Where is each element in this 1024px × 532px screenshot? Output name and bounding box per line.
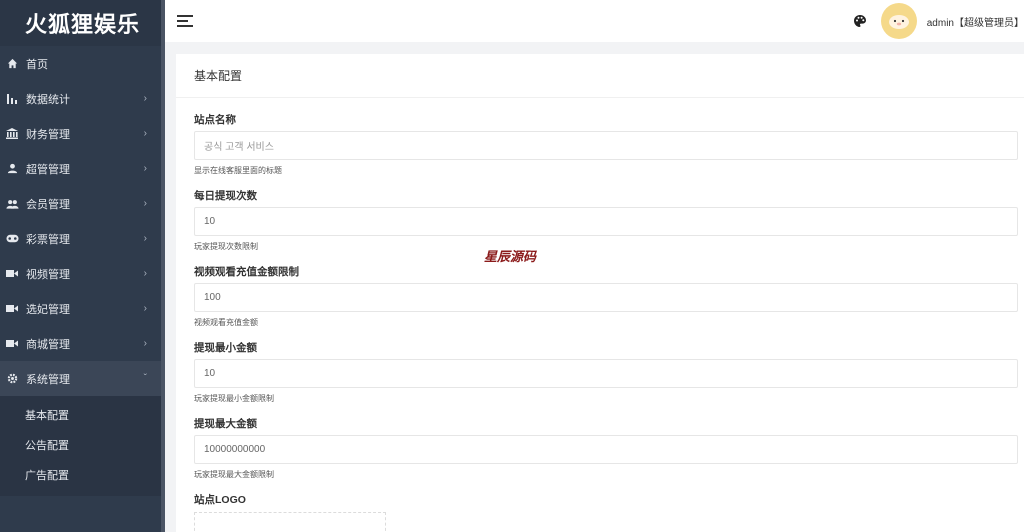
chevron-right-icon: › (143, 198, 147, 209)
chevron-down-icon: ˇ (143, 373, 147, 384)
palette-icon[interactable] (853, 14, 867, 28)
field-help: 视频观看充值金额 (194, 318, 258, 327)
field-help: 玩家提现最大金额限制 (194, 470, 274, 479)
field-video-recharge-limit: 视频观看充值金额限制 100 视频观看充值金额 (194, 262, 1018, 331)
sidebar-item-statistics[interactable]: 数据统计 › (0, 81, 165, 116)
top-header: admin【超级管理员】 (165, 0, 1024, 42)
submenu-item-basic-config[interactable]: 基本配置 (0, 400, 165, 430)
sidebar-item-finance[interactable]: 财务管理 › (0, 116, 165, 151)
field-max-withdraw: 提现最大金额 10000000000 玩家提现最大金额限制 (194, 414, 1018, 483)
video-recharge-limit-input[interactable]: 100 (194, 283, 1018, 312)
user-icon (4, 161, 20, 177)
sidebar-item-mall[interactable]: 商城管理 › (0, 326, 165, 361)
site-name-input[interactable]: 공식 고객 서비스 (194, 131, 1018, 160)
field-site-name: 站点名称 공식 고객 서비스 显示在线客服里面的标题 (194, 110, 1018, 179)
logo-upload-area[interactable] (194, 512, 386, 532)
submenu-item-notice-config[interactable]: 公告配置 (0, 430, 165, 460)
chevron-right-icon: › (143, 303, 147, 314)
system-submenu: 基本配置 公告配置 广告配置 (0, 396, 165, 496)
sidebar-scrollbar[interactable] (161, 0, 165, 532)
field-label: 提现最小金额 (194, 341, 257, 354)
field-label: 每日提现次数 (194, 189, 257, 202)
chevron-right-icon: › (143, 128, 147, 139)
sidebar-item-label: 视频管理 (26, 268, 70, 281)
field-daily-withdraw-count: 每日提现次数 10 玩家提现次数限制 (194, 186, 1018, 255)
video-icon (4, 301, 20, 317)
brand-title[interactable]: 火狐狸娱乐 (0, 0, 165, 46)
daily-withdraw-count-input[interactable]: 10 (194, 207, 1018, 236)
sidebar-item-videos[interactable]: 视频管理 › (0, 256, 165, 291)
sidebar-item-super-admin[interactable]: 超管管理 › (0, 151, 165, 186)
sidebar-item-label: 系统管理 (26, 373, 70, 386)
sidebar-item-label: 选妃管理 (26, 303, 70, 316)
sidebar-item-system[interactable]: 系统管理 ˇ (0, 361, 165, 396)
field-label: 提现最大金额 (194, 417, 257, 430)
config-card: 基本配置 站点名称 공식 고객 서비스 显示在线客服里面的标题 每日提现次数 1… (176, 54, 1024, 532)
sidebar-item-label: 财务管理 (26, 128, 70, 141)
header-user-area: admin【超级管理员】 (853, 3, 1024, 39)
home-icon (4, 56, 20, 72)
sidebar: 火狐狸娱乐 首页 数据统计 › 财务管理 › 超管管理 › 会员管理 › 彩票管… (0, 0, 165, 532)
sidebar-item-label: 超管管理 (26, 163, 70, 176)
field-help: 玩家提现最小金额限制 (194, 394, 274, 403)
sidebar-item-label: 数据统计 (26, 93, 70, 106)
app-root: 火狐狸娱乐 首页 数据统计 › 财务管理 › 超管管理 › 会员管理 › 彩票管… (0, 0, 1024, 532)
bar-chart-icon (4, 91, 20, 107)
field-label: 站点名称 (194, 113, 236, 126)
page-title: 基本配置 (176, 54, 1024, 98)
config-form: 站点名称 공식 고객 서비스 显示在线客服里面的标题 每日提现次数 10 玩家提… (176, 98, 1024, 532)
chevron-right-icon: › (143, 338, 147, 349)
video-icon (4, 266, 20, 282)
field-help: 显示在线客服里面的标题 (194, 166, 282, 175)
sidebar-item-lottery[interactable]: 彩票管理 › (0, 221, 165, 256)
users-icon (4, 196, 20, 212)
field-min-withdraw: 提现最小金额 10 玩家提现最小金额限制 (194, 338, 1018, 407)
max-withdraw-input[interactable]: 10000000000 (194, 435, 1018, 464)
user-name[interactable]: admin【超级管理员】 (927, 14, 1024, 29)
field-help: 玩家提现次数限制 (194, 242, 258, 251)
gamepad-icon (4, 231, 20, 247)
video-icon (4, 336, 20, 352)
logo-label: 站点LOGO (194, 493, 246, 506)
sidebar-item-home[interactable]: 首页 (0, 46, 165, 81)
chevron-right-icon: › (143, 93, 147, 104)
gear-icon (4, 371, 20, 387)
avatar[interactable] (880, 3, 917, 39)
sidebar-item-members[interactable]: 会员管理 › (0, 186, 165, 221)
chevron-right-icon: › (143, 163, 147, 174)
field-label: 视频观看充值金额限制 (194, 265, 299, 278)
chevron-right-icon: › (143, 233, 147, 244)
watermark-text: 星辰源码 (484, 249, 537, 264)
submenu-item-ad-config[interactable]: 广告配置 (0, 460, 165, 490)
sidebar-item-label: 彩票管理 (26, 233, 70, 246)
sidebar-item-label: 商城管理 (26, 338, 70, 351)
sidebar-item-selection[interactable]: 选妃管理 › (0, 291, 165, 326)
bank-icon (4, 126, 20, 142)
menu-toggle-icon[interactable] (177, 15, 193, 27)
chevron-right-icon: › (143, 268, 147, 279)
sidebar-item-label: 首页 (26, 58, 48, 71)
sidebar-item-label: 会员管理 (26, 198, 70, 211)
min-withdraw-input[interactable]: 10 (194, 359, 1018, 388)
